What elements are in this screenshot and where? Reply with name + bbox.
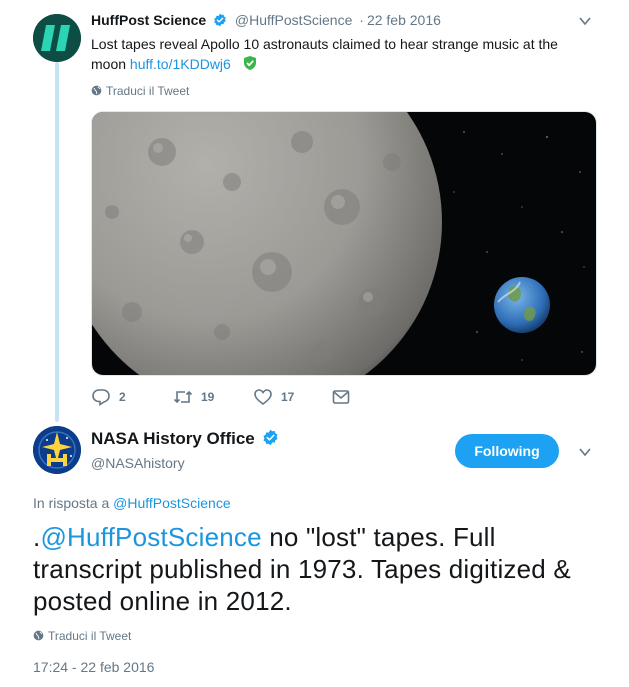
translate-label: Traduci il Tweet	[106, 84, 190, 98]
globe-icon	[91, 85, 102, 96]
author-name[interactable]: NASA History Office	[91, 429, 255, 448]
tweet-image[interactable]	[91, 111, 597, 376]
reply-icon	[92, 389, 110, 406]
author-name-row: NASA History Office	[91, 429, 279, 449]
reply-button[interactable]: 2	[91, 388, 126, 406]
tweet-text: Lost tapes reveal Apollo 10 astronauts c…	[91, 34, 591, 74]
translate-label: Traduci il Tweet	[48, 629, 132, 643]
like-count: 17	[281, 390, 295, 404]
globe-icon	[33, 630, 44, 641]
tweet-actions: 2 19 17	[91, 388, 371, 408]
reply-count: 2	[119, 390, 126, 404]
tweet-header: HuffPost Science @HuffPostScience · 22 fe…	[91, 12, 571, 30]
author-handle[interactable]: @HuffPostScience	[235, 12, 352, 28]
separator-dot: ·	[359, 12, 364, 28]
translate-tweet-link[interactable]: Traduci il Tweet	[91, 84, 189, 98]
avatar[interactable]	[33, 14, 81, 62]
thread-connector	[55, 62, 59, 422]
following-button[interactable]: Following	[455, 434, 559, 468]
chevron-down-icon[interactable]	[579, 16, 591, 26]
author-handle[interactable]: @NASAhistory	[91, 455, 185, 471]
author-name[interactable]: HuffPost Science	[91, 12, 206, 28]
like-icon	[254, 389, 272, 406]
reply-context: In risposta a @HuffPostScience	[33, 495, 231, 511]
direct-message-button[interactable]	[331, 388, 351, 406]
retweet-icon	[173, 390, 193, 404]
tweet-text: .@HuffPostScience no "lost" tapes. Full …	[33, 521, 603, 617]
retweet-count: 19	[201, 390, 215, 404]
translate-tweet-link[interactable]: Traduci il Tweet	[33, 629, 131, 643]
tweet-timestamp[interactable]: 17:24 - 22 feb 2016	[33, 659, 154, 675]
mention-link[interactable]: @HuffPostScience	[40, 522, 261, 552]
verified-badge-icon	[263, 429, 278, 446]
tweet-date[interactable]: 22 feb 2016	[367, 12, 441, 28]
reply-prefix: In risposta a	[33, 495, 110, 511]
moon-earth-image	[92, 112, 596, 375]
tweet-link[interactable]: huff.to/1KDDwj6	[130, 56, 231, 72]
like-button[interactable]: 17	[253, 388, 294, 406]
reply-mention-link[interactable]: @HuffPostScience	[113, 495, 230, 511]
avatar[interactable]	[33, 426, 81, 474]
direct-message-icon	[332, 390, 350, 404]
shield-check-icon	[243, 56, 256, 70]
chevron-down-icon[interactable]	[579, 447, 591, 457]
retweet-button[interactable]: 19	[173, 388, 214, 406]
verified-badge-icon	[214, 13, 226, 27]
